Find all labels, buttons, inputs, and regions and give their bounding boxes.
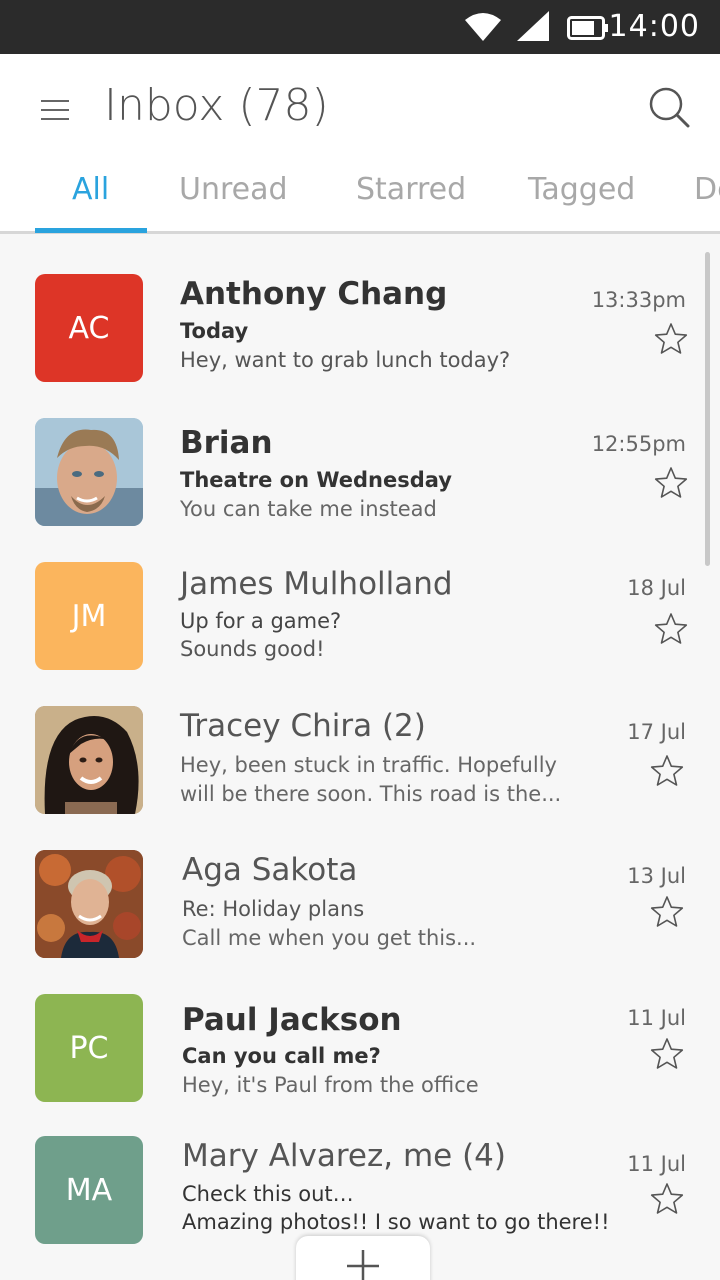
- avatar: MA: [35, 1136, 143, 1244]
- message-subject: Re: Holiday plans: [182, 897, 365, 921]
- tab-bar: All Unread Starred Tagged De: [0, 162, 720, 232]
- sender-name: James Mulholland: [180, 566, 453, 602]
- avatar: JM: [35, 562, 143, 670]
- message-subject: Up for a game?: [180, 609, 342, 633]
- message-row[interactable]: Brian Theatre on Wednesday You can take …: [0, 408, 700, 548]
- message-row[interactable]: PC Paul Jackson Can you call me? Hey, it…: [0, 984, 700, 1124]
- star-icon[interactable]: [654, 322, 688, 356]
- avatar-initials: JM: [71, 598, 107, 634]
- plus-icon: [347, 1250, 379, 1280]
- list-scrollbar[interactable]: [705, 252, 710, 566]
- status-time: 14:00: [608, 9, 700, 44]
- sender-name: Tracey Chira (2): [180, 708, 426, 744]
- star-icon[interactable]: [650, 754, 684, 788]
- app-header: Inbox (78) All Unread Starred Tagged De: [0, 54, 720, 234]
- sender-name: Paul Jackson: [182, 1002, 402, 1038]
- search-button[interactable]: [646, 84, 692, 130]
- message-date: 18 Jul: [627, 576, 686, 600]
- page-title: Inbox (78): [104, 80, 329, 131]
- star-icon[interactable]: [650, 895, 684, 929]
- message-list: AC Anthony Chang Today Hey, want to grab…: [0, 234, 720, 1280]
- message-preview-line2: will be there soon. This road is the...: [180, 782, 562, 806]
- signal-icon: [517, 11, 549, 41]
- avatar-photo-aga: [35, 850, 143, 958]
- avatar-photo-tracey: [35, 706, 143, 814]
- message-preview: Amazing photos!! I so want to go there!!: [182, 1210, 610, 1234]
- message-preview: You can take me instead: [180, 497, 437, 521]
- tab-drafts-partial[interactable]: De: [694, 172, 720, 207]
- star-icon[interactable]: [650, 1182, 684, 1216]
- sender-name: Anthony Chang: [180, 276, 448, 312]
- active-tab-indicator: [35, 228, 147, 233]
- message-subject: Today: [180, 319, 249, 343]
- avatar: AC: [35, 274, 143, 382]
- message-preview: Sounds good!: [180, 637, 325, 661]
- message-date: 11 Jul: [627, 1152, 686, 1176]
- message-date: 11 Jul: [627, 1006, 686, 1030]
- star-icon[interactable]: [654, 612, 688, 646]
- message-preview: Hey, want to grab lunch today?: [180, 348, 511, 372]
- message-preview: Hey, it's Paul from the office: [182, 1073, 479, 1097]
- message-date: 13 Jul: [627, 864, 686, 888]
- message-row[interactable]: Tracey Chira (2) Hey, been stuck in traf…: [0, 696, 700, 836]
- status-bar: 14:00: [0, 0, 720, 54]
- message-date: 17 Jul: [627, 720, 686, 744]
- message-preview: Call me when you get this...: [182, 926, 477, 950]
- avatar-initials: AC: [68, 310, 110, 346]
- message-subject: Theatre on Wednesday: [180, 468, 452, 492]
- sender-name: Aga Sakota: [182, 852, 358, 888]
- star-icon[interactable]: [650, 1037, 684, 1071]
- menu-button[interactable]: [38, 96, 74, 124]
- tab-unread[interactable]: Unread: [179, 172, 288, 207]
- compose-button[interactable]: [296, 1236, 430, 1280]
- wifi-icon: [465, 13, 501, 41]
- avatar-initials: MA: [65, 1172, 113, 1208]
- sender-name: Mary Alvarez, me (4): [182, 1138, 507, 1174]
- star-icon[interactable]: [654, 466, 688, 500]
- sender-name: Brian: [180, 425, 273, 461]
- hamburger-icon: [41, 100, 69, 102]
- message-row[interactable]: AC Anthony Chang Today Hey, want to grab…: [0, 264, 700, 404]
- message-subject: Check this out…: [182, 1182, 354, 1206]
- message-subject: Can you call me?: [182, 1044, 381, 1068]
- tab-tagged[interactable]: Tagged: [528, 172, 635, 207]
- tab-starred[interactable]: Starred: [356, 172, 466, 207]
- tab-all[interactable]: All: [72, 172, 109, 207]
- message-row[interactable]: JM James Mulholland Up for a game? Sound…: [0, 552, 700, 692]
- avatar: PC: [35, 994, 143, 1102]
- avatar: [35, 706, 143, 814]
- message-date: 12:55pm: [591, 432, 686, 456]
- message-preview: Hey, been stuck in traffic. Hopefully: [180, 753, 557, 777]
- avatar: [35, 418, 143, 526]
- avatar-initials: PC: [69, 1030, 109, 1066]
- message-row[interactable]: Aga Sakota Re: Holiday plans Call me whe…: [0, 840, 700, 980]
- message-date: 13:33pm: [591, 288, 686, 312]
- battery-icon: [567, 16, 608, 40]
- avatar: [35, 850, 143, 958]
- search-icon: [649, 87, 690, 128]
- avatar-photo-brian: [35, 418, 143, 526]
